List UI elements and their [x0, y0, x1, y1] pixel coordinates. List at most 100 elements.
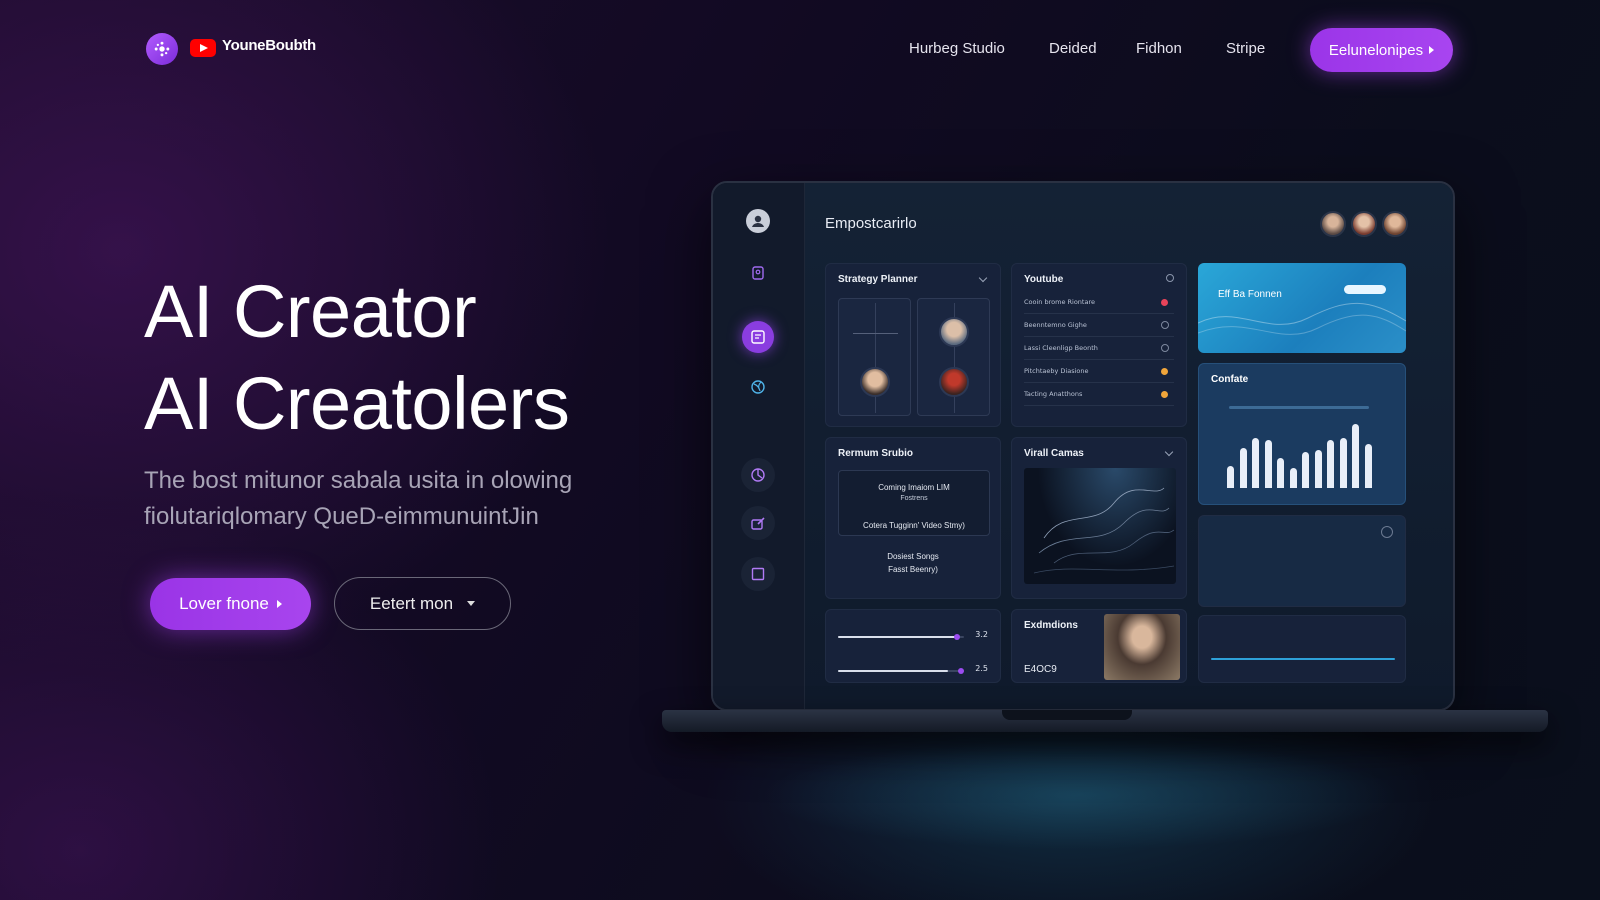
visual-canvas-title: Virall Camas: [1024, 448, 1084, 459]
nav-link-studio[interactable]: Hurbeg Studio: [909, 40, 1005, 57]
hero-subtitle-line-2: fiolutariqlomary QueD-eimmunuintJin: [144, 503, 539, 530]
status-dot-icon: [1161, 368, 1168, 375]
creator-photo: [1104, 614, 1180, 680]
smoke-artwork: [1033, 487, 1175, 574]
progress-value-1: 3.2: [975, 630, 988, 639]
list-item[interactable]: Tacting Anatthons: [1024, 384, 1174, 406]
chart-bar: [1227, 466, 1234, 488]
planner-column: [917, 298, 990, 416]
top-nav: YouneBoubth Hurbeg Studio Deided Fidhon …: [0, 26, 1600, 72]
chevron-down-icon[interactable]: [1164, 447, 1174, 457]
info-icon[interactable]: [1381, 526, 1393, 538]
summary-progress: [1211, 658, 1395, 660]
primary-cta-label: Lover fnone: [179, 594, 269, 613]
hero-title-line-2: AI Creatolers: [144, 362, 570, 445]
nav-cta-label: Eelunelonipes: [1328, 41, 1424, 59]
list-item-label: Cooin brome Riontare: [1024, 298, 1095, 306]
chart-bar: [1239, 448, 1247, 488]
chart-bar: [1302, 452, 1309, 488]
list-item-label: Pitchtaeby Diasione: [1024, 367, 1089, 375]
list-item[interactable]: Cooin brome Riontare: [1024, 292, 1174, 314]
progress-handle[interactable]: [954, 634, 960, 640]
strategy-planner-card[interactable]: Strategy Planner: [825, 263, 1001, 427]
dashboard-sidebar: [713, 183, 805, 709]
hero-subtitle-line-1: The bost mitunor sabala usita in olowing: [144, 467, 573, 494]
visual-canvas-card[interactable]: Virall Camas: [1011, 437, 1187, 599]
premium-studio-title: Rermum Srubio: [838, 448, 914, 459]
youtube-card-title: Youtube: [1024, 274, 1064, 285]
document-icon[interactable]: [746, 261, 770, 285]
edit-icon[interactable]: [741, 506, 775, 540]
caret-down-icon: [467, 601, 476, 606]
hero-title-line-1: AI Creator: [144, 270, 477, 353]
window-icon[interactable]: [741, 557, 775, 591]
promo-card[interactable]: Eff Ba Fonnen: [1198, 263, 1406, 353]
summary-card[interactable]: [1198, 615, 1406, 683]
planner-icon[interactable]: [742, 321, 774, 353]
promo-button[interactable]: [1344, 285, 1386, 294]
studio-preview: Coming Imaiom LIM Fostrens Cotera Tuggin…: [838, 470, 990, 536]
progress-fill: [838, 636, 956, 638]
content-chart-title: Confate: [1211, 374, 1249, 385]
laptop-screen: Empostcarirlo Strategy Planner Youtube C…: [711, 181, 1455, 711]
youtube-play-icon: [190, 39, 216, 57]
nav-cta-button[interactable]: Eelunelonipes: [1310, 28, 1453, 72]
chart-bar: [1264, 440, 1272, 488]
progress-bar-1[interactable]: [838, 634, 964, 640]
chevron-down-icon[interactable]: [978, 273, 988, 283]
dashboard-main: Empostcarirlo Strategy Planner Youtube C…: [805, 183, 1453, 709]
dashboard-title: Empostcarirlo: [825, 215, 917, 232]
laptop-floor-glow: [760, 740, 1400, 850]
progress-handle[interactable]: [958, 668, 964, 674]
collaborator-avatar[interactable]: [1351, 211, 1377, 237]
hero-subtitle: The bost mitunor sabala usita in olowing…: [144, 463, 664, 535]
status-ring-icon: [1161, 321, 1169, 329]
arrow-right-icon: [1429, 46, 1435, 54]
list-item[interactable]: Lassi Cleenligp Beonth: [1024, 338, 1174, 360]
extractions-card[interactable]: Exdmdions E4OC9: [1011, 609, 1187, 683]
arrow-right-icon: [276, 600, 282, 608]
progress-card[interactable]: 3.2 2.5: [825, 609, 1001, 683]
connector-line: [853, 333, 898, 334]
status-dot-icon: [1161, 391, 1168, 398]
settings-icon[interactable]: [1166, 274, 1174, 282]
status-ring-icon: [1161, 344, 1169, 352]
planner-column: [838, 298, 911, 416]
list-item[interactable]: Beenntemno Gighe: [1024, 315, 1174, 337]
canvas-preview[interactable]: [1024, 468, 1176, 584]
progress-fill: [838, 670, 948, 672]
nav-link-stripe[interactable]: Stripe: [1226, 40, 1265, 57]
studio-line-4: Dosiest Songs: [887, 552, 939, 561]
nav-link-fidhon[interactable]: Fidhon: [1136, 40, 1182, 57]
chart-bar: [1289, 468, 1297, 488]
primary-cta-button[interactable]: Lover fnone: [150, 578, 311, 630]
hero-title: AI Creator AI Creatolers: [144, 266, 570, 450]
collaborator-avatar[interactable]: [1320, 211, 1346, 237]
app-logo-icon[interactable]: [146, 33, 178, 65]
chart-slider[interactable]: [1229, 406, 1369, 409]
progress-value-2: 2.5: [975, 664, 988, 673]
bar-chart: [1227, 420, 1387, 488]
list-item[interactable]: Pitchtaeby Diasione: [1024, 361, 1174, 383]
youtube-card[interactable]: Youtube Cooin brome Riontare Beenntemno G…: [1011, 263, 1187, 427]
user-avatar-icon[interactable]: [746, 209, 770, 233]
chart-bar: [1352, 424, 1359, 488]
progress-bar-2[interactable]: [838, 668, 964, 674]
globe-icon[interactable]: [746, 375, 770, 399]
content-chart-card[interactable]: Confate: [1198, 363, 1406, 505]
secondary-dropdown-button[interactable]: Eetert mon: [334, 577, 511, 630]
stats-card[interactable]: [1198, 515, 1406, 607]
brand-name[interactable]: YouneBoubth: [222, 37, 316, 54]
collaborator-avatar[interactable]: [1382, 211, 1408, 237]
extractions-value: E4OC9: [1024, 664, 1057, 675]
list-item-label: Tacting Anatthons: [1024, 390, 1083, 398]
extractions-title: Exdmdions: [1024, 620, 1078, 631]
nav-link-deided[interactable]: Deided: [1049, 40, 1097, 57]
analytics-icon[interactable]: [741, 458, 775, 492]
studio-line-1: Coming Imaiom LIM: [878, 483, 950, 492]
chart-bar: [1277, 458, 1284, 488]
chart-bar: [1314, 450, 1322, 488]
person-avatar: [939, 317, 969, 347]
chart-bar: [1252, 438, 1259, 488]
premium-studio-card[interactable]: Rermum Srubio Coming Imaiom LIM Fostrens…: [825, 437, 1001, 599]
